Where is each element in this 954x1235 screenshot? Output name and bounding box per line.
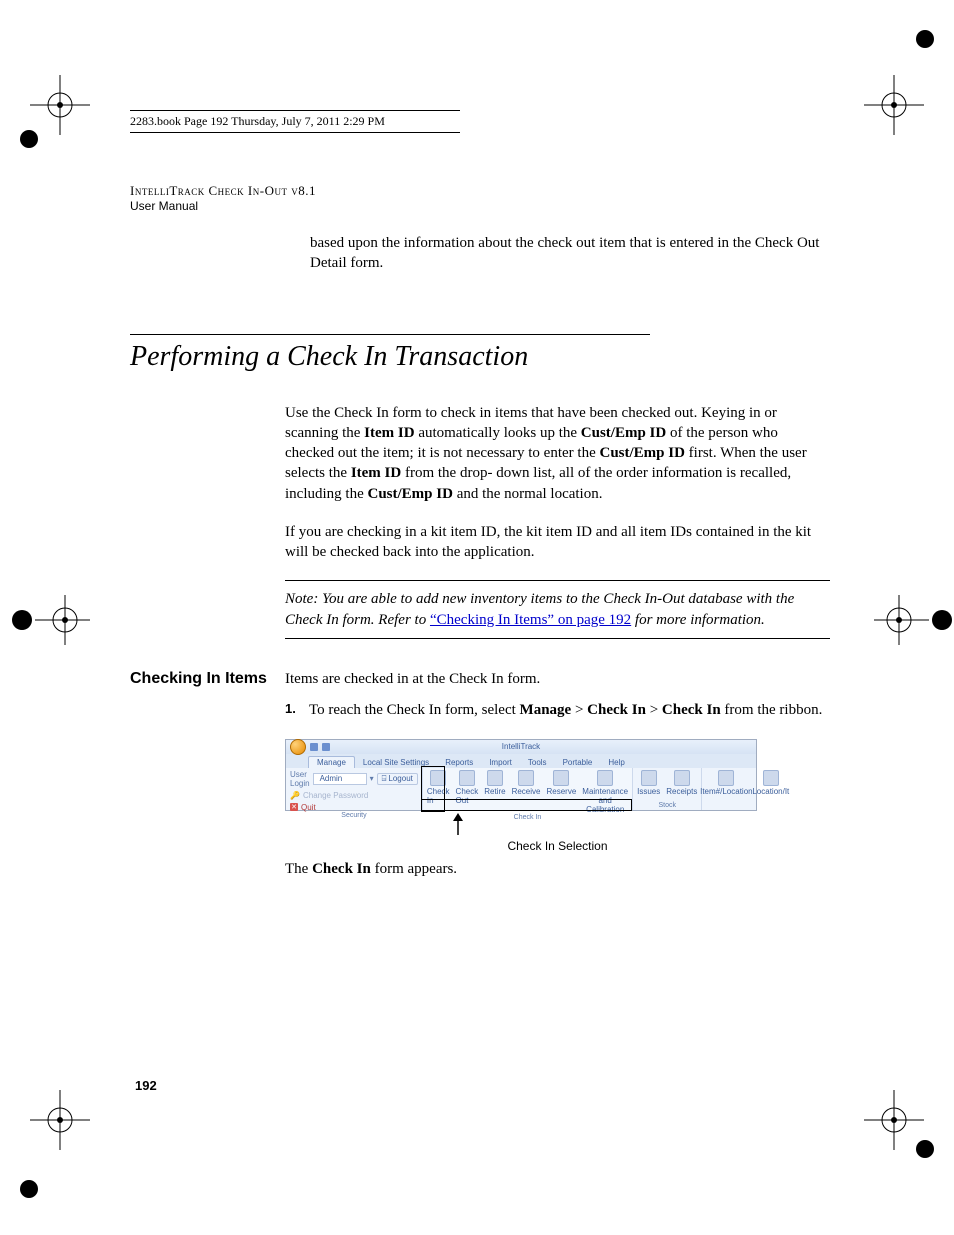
receive-icon [518,770,534,786]
reg-left [10,590,90,655]
note-block: Note: You are able to add new inventory … [285,580,830,639]
tab-tools[interactable]: Tools [520,757,555,768]
app-title: IntelliTrack [286,742,756,751]
doc-type: User Manual [130,199,830,213]
logout-icon: ⍈ [382,774,387,784]
reserve-button[interactable]: Reserve [546,770,576,796]
check-in-icon [430,770,446,786]
dot-bl [20,1180,38,1198]
reg-right [874,590,954,655]
key-icon: 🔑 [290,791,300,800]
tab-manage[interactable]: Manage [308,756,355,768]
tab-reports[interactable]: Reports [437,757,481,768]
receipts-icon [674,770,690,786]
tab-import[interactable]: Import [481,757,520,768]
step-number: 1. [285,700,309,721]
dot-tl [20,130,38,148]
location-item-icon [763,770,779,786]
group-title-check-in: Check In [427,814,628,822]
item-location-button[interactable]: Item#/Location [706,770,746,796]
page-number: 192 [135,1078,157,1093]
user-login-value[interactable]: Admin [313,773,367,785]
retire-icon [487,770,503,786]
group-last: Item#/Location Location/It [702,768,780,810]
check-out-icon [459,770,475,786]
ribbon-titlebar: IntelliTrack [286,740,756,754]
receipts-button[interactable]: Receipts [666,770,697,796]
item-location-icon [718,770,734,786]
book-header: 2283.book Page 192 Thursday, July 7, 201… [130,110,460,133]
check-in-button[interactable]: Check In [427,770,450,805]
quit-icon: ✕ [290,803,298,811]
tab-help[interactable]: Help [600,757,632,768]
section-rule [130,334,650,335]
lead-sentence: Items are checked in at the Check In for… [285,669,830,690]
crop-mark-tl [30,75,100,150]
figure-caption: Check In Selection [285,839,830,853]
issues-icon [641,770,657,786]
logout-button[interactable]: ⍈Logout [377,773,418,785]
crop-mark-bl [30,1090,100,1165]
retire-button[interactable]: Retire [484,770,505,796]
tab-portable[interactable]: Portable [555,757,601,768]
paragraph-1: Use the Check In form to check in items … [285,403,830,504]
running-head: IntelliTrack Check In-Out v8.1 User Manu… [130,183,830,213]
maintenance-button[interactable]: Maintenance and Calibration [582,770,628,814]
after-figure-text: The Check In form appears. [285,861,830,878]
quit-button[interactable]: Quit [301,803,316,812]
receive-button[interactable]: Receive [512,770,541,796]
product-name: IntelliTrack Check In-Out v8.1 [130,183,830,199]
maintenance-icon [597,770,613,786]
crop-mark-tr [864,75,934,150]
dot-br [916,1140,934,1158]
intro-paragraph: based upon the information about the che… [310,233,830,274]
group-stock: Issues Receipts Stock [633,768,702,810]
group-title-stock: Stock [637,802,697,810]
group-title-security: Security [290,812,418,820]
change-password[interactable]: Change Password [303,791,368,800]
paragraph-2: If you are checking in a kit item ID, th… [285,522,830,563]
check-out-button[interactable]: Check Out [456,770,479,805]
ribbon-figure: IntelliTrack Manage Local Site Settings … [285,739,757,811]
location-item-button[interactable]: Location/It [752,770,789,796]
section-title: Performing a Check In Transaction [130,341,830,373]
tab-local-site-settings[interactable]: Local Site Settings [355,757,437,768]
note-link[interactable]: “Checking In Items” on page 192 [430,612,631,628]
user-login-label: User Login [290,770,310,788]
group-security: User Login Admin ▾ ⍈Logout 🔑 Change Pass… [286,768,423,810]
group-check-in: Check In Check Out Retire Receive Reserv… [423,768,633,810]
ribbon-tabs: Manage Local Site Settings Reports Impor… [286,754,756,768]
side-heading: Checking In Items [130,669,285,731]
reserve-icon [553,770,569,786]
step-1: 1. To reach the Check In form, select Ma… [285,700,830,721]
issues-button[interactable]: Issues [637,770,660,796]
dot-tr [916,30,934,48]
